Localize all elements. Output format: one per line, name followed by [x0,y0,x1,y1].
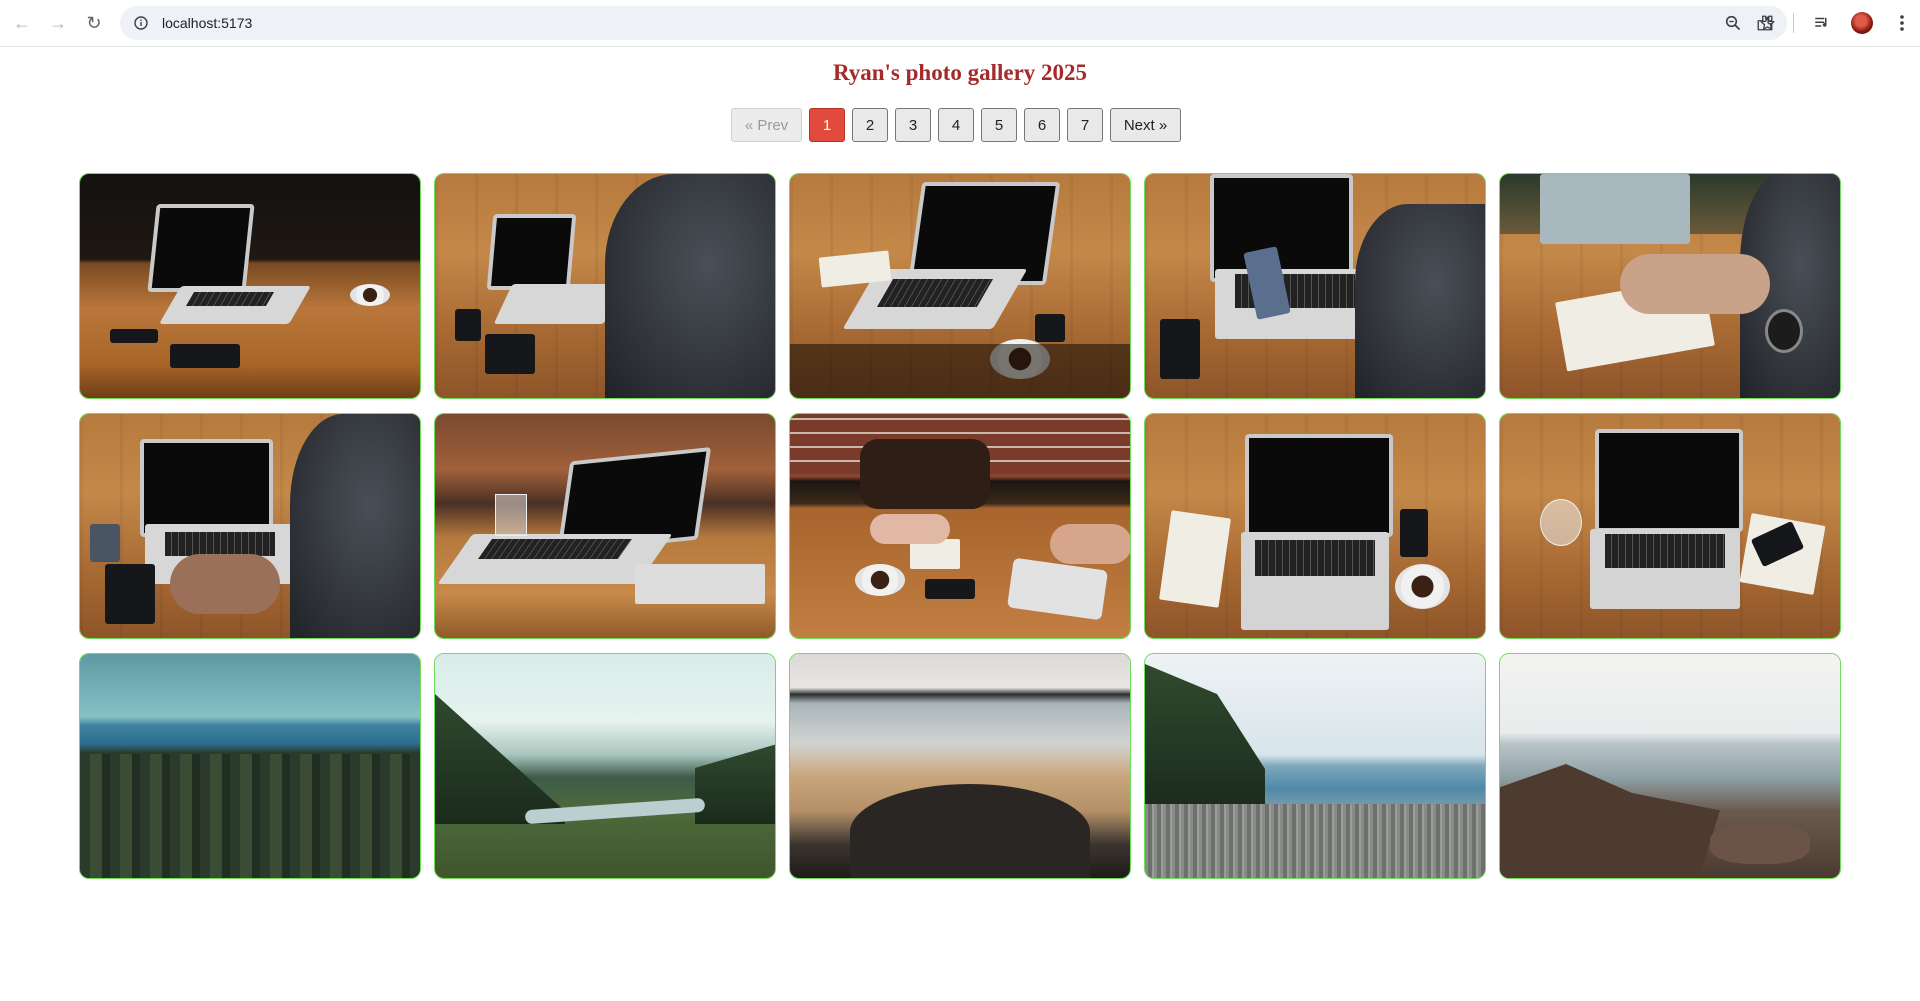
photo-card[interactable] [1144,413,1486,639]
photo-person-phone [1145,174,1485,398]
pagination: « Prev 1 2 3 4 5 6 7 Next » [731,108,1181,142]
photo-card[interactable] [79,653,421,879]
page-button-3[interactable]: 3 [895,108,931,142]
photo-card[interactable] [1499,413,1841,639]
back-icon[interactable]: ← [4,5,40,41]
photo-card[interactable] [1144,173,1486,399]
site-info-icon[interactable] [132,14,150,32]
profile-avatar[interactable] [1850,11,1874,35]
photo-forest-sea [80,654,420,878]
photo-hands-writing [1500,174,1840,398]
browser-toolbar: ← → ↻ localhost:5173 [0,0,1920,47]
photo-card[interactable] [789,413,1131,639]
photo-card[interactable] [434,653,776,879]
page-button-5[interactable]: 5 [981,108,1017,142]
photo-card[interactable] [434,173,776,399]
media-controls-icon[interactable] [1810,11,1834,35]
page-title: Ryan's photo gallery 2025 [832,60,1088,85]
photo-person-typing [435,174,775,398]
photo-person-typing-2 [80,414,420,638]
toolbar-divider [1793,13,1794,33]
reload-icon[interactable]: ↻ [76,5,112,41]
photo-pebble-shore [1145,654,1485,878]
photo-topdown-laptop-glass [1500,414,1840,638]
photo-card[interactable] [789,653,1131,879]
photo-card[interactable] [1499,173,1841,399]
photo-card[interactable] [1144,653,1486,879]
photo-card[interactable] [789,173,1131,399]
address-bar[interactable]: localhost:5173 [120,6,1787,40]
prev-page-button[interactable]: « Prev [731,108,802,142]
photo-card[interactable] [434,413,776,639]
photo-laptop-glass [435,414,775,638]
extensions-icon[interactable] [1753,11,1777,35]
page-button-6[interactable]: 6 [1024,108,1060,142]
url-text: localhost:5173 [162,15,253,31]
photo-people-bag-tablet [790,414,1130,638]
photo-rocky-coast [1500,654,1840,878]
photo-laptop-table [80,174,420,398]
zoom-icon[interactable] [1723,13,1743,33]
photo-grid [79,173,1841,879]
forward-icon[interactable]: → [40,5,76,41]
page-button-2[interactable]: 2 [852,108,888,142]
photo-misty-valley [435,654,775,878]
photo-card[interactable] [79,413,421,639]
photo-rocky-beach [790,654,1130,878]
photo-card[interactable] [1499,653,1841,879]
photo-topdown-laptop [1145,414,1485,638]
photo-laptop-notebook-coffee [790,174,1130,398]
next-page-button[interactable]: Next » [1110,108,1181,142]
page-button-7[interactable]: 7 [1067,108,1103,142]
page-button-1[interactable]: 1 [809,108,845,142]
menu-kebab-icon[interactable] [1890,11,1914,35]
page-button-4[interactable]: 4 [938,108,974,142]
photo-card[interactable] [79,173,421,399]
